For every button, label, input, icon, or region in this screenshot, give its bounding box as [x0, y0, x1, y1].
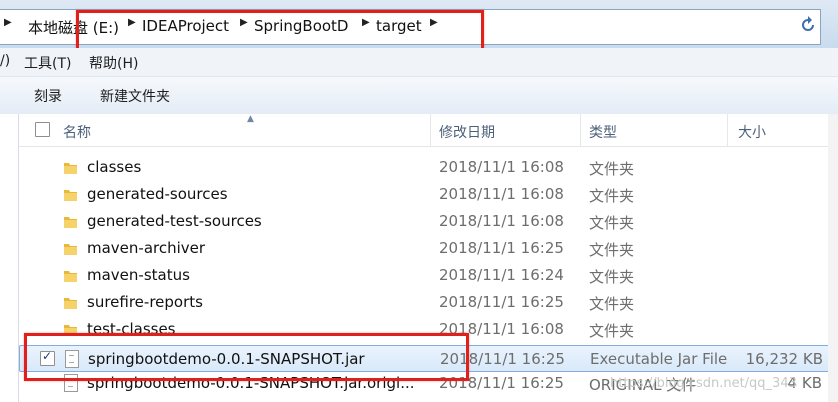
folder-icon [64, 298, 77, 309]
menu-bar: /) 工具(T) 帮助(H) [0, 48, 838, 77]
file-size: 16,232 KB [745, 350, 823, 368]
menu-view-partial[interactable]: /) [0, 53, 10, 69]
highlight-box-jar [24, 333, 469, 381]
folder-icon [64, 217, 77, 228]
column-date-modified[interactable]: 修改日期 [439, 122, 495, 142]
file-type: 文件夹 [589, 295, 635, 313]
menu-tools[interactable]: 工具(T) [24, 53, 71, 73]
file-date: 2018/11/1 16:08 [439, 185, 564, 203]
file-type: 文件夹 [589, 241, 635, 259]
watermark: https://blog.csdn.net/qq_343 [610, 376, 797, 391]
menu-help[interactable]: 帮助(H) [89, 53, 138, 73]
file-type: 文件夹 [589, 187, 635, 205]
file-date: 2018/11/1 16:25 [439, 293, 564, 311]
new-folder-button[interactable]: 新建文件夹 [100, 86, 170, 106]
folder-icon [64, 244, 77, 255]
file-row[interactable]: generated-test-sources 2018/11/1 16:08 文件夹 [19, 208, 838, 235]
file-type: 文件夹 [589, 214, 635, 232]
select-all-checkbox[interactable] [35, 122, 50, 137]
sort-ascending-icon: ▲ [247, 114, 254, 124]
navigation-pane[interactable] [0, 114, 19, 402]
file-row[interactable]: surefire-reports 2018/11/1 16:25 文件夹 [19, 289, 838, 316]
burn-button[interactable]: 刻录 [34, 86, 62, 106]
file-name: maven-archiver [87, 239, 206, 257]
column-header: ▲ 名称 修改日期 类型 大小 [19, 114, 838, 147]
file-name: generated-sources [87, 185, 228, 203]
file-row[interactable]: maven-archiver 2018/11/1 16:25 文件夹 [19, 235, 838, 262]
folder-icon [64, 190, 77, 201]
breadcrumb-separator-icon[interactable]: ▶ [4, 17, 12, 28]
refresh-icon[interactable] [798, 12, 818, 38]
file-name: generated-test-sources [87, 212, 262, 230]
file-date: 2018/11/1 16:08 [439, 212, 564, 230]
file-name: surefire-reports [87, 293, 203, 311]
column-type[interactable]: 类型 [589, 122, 617, 142]
command-bar: 刻录 新建文件夹 [0, 77, 838, 115]
folder-icon [64, 163, 77, 174]
file-date: 2018/11/1 16:08 [439, 158, 564, 176]
column-name[interactable]: 名称 [63, 122, 91, 142]
file-row[interactable]: maven-status 2018/11/1 16:24 文件夹 [19, 262, 838, 289]
file-name: classes [87, 158, 142, 176]
file-date: 2018/11/1 16:25 [439, 239, 564, 257]
file-row[interactable]: classes 2018/11/1 16:08 文件夹 [19, 154, 838, 181]
file-type: 文件夹 [589, 268, 635, 286]
file-type: 文件夹 [589, 322, 635, 340]
scrollbar[interactable] [828, 114, 838, 402]
file-type: 文件夹 [589, 160, 635, 178]
folder-icon [64, 271, 77, 282]
file-date: 2018/11/1 16:24 [439, 266, 564, 284]
column-size[interactable]: 大小 [738, 122, 766, 142]
file-type: Executable Jar File [590, 350, 728, 368]
file-name: maven-status [87, 266, 190, 284]
file-row[interactable]: generated-sources 2018/11/1 16:08 文件夹 [19, 181, 838, 208]
